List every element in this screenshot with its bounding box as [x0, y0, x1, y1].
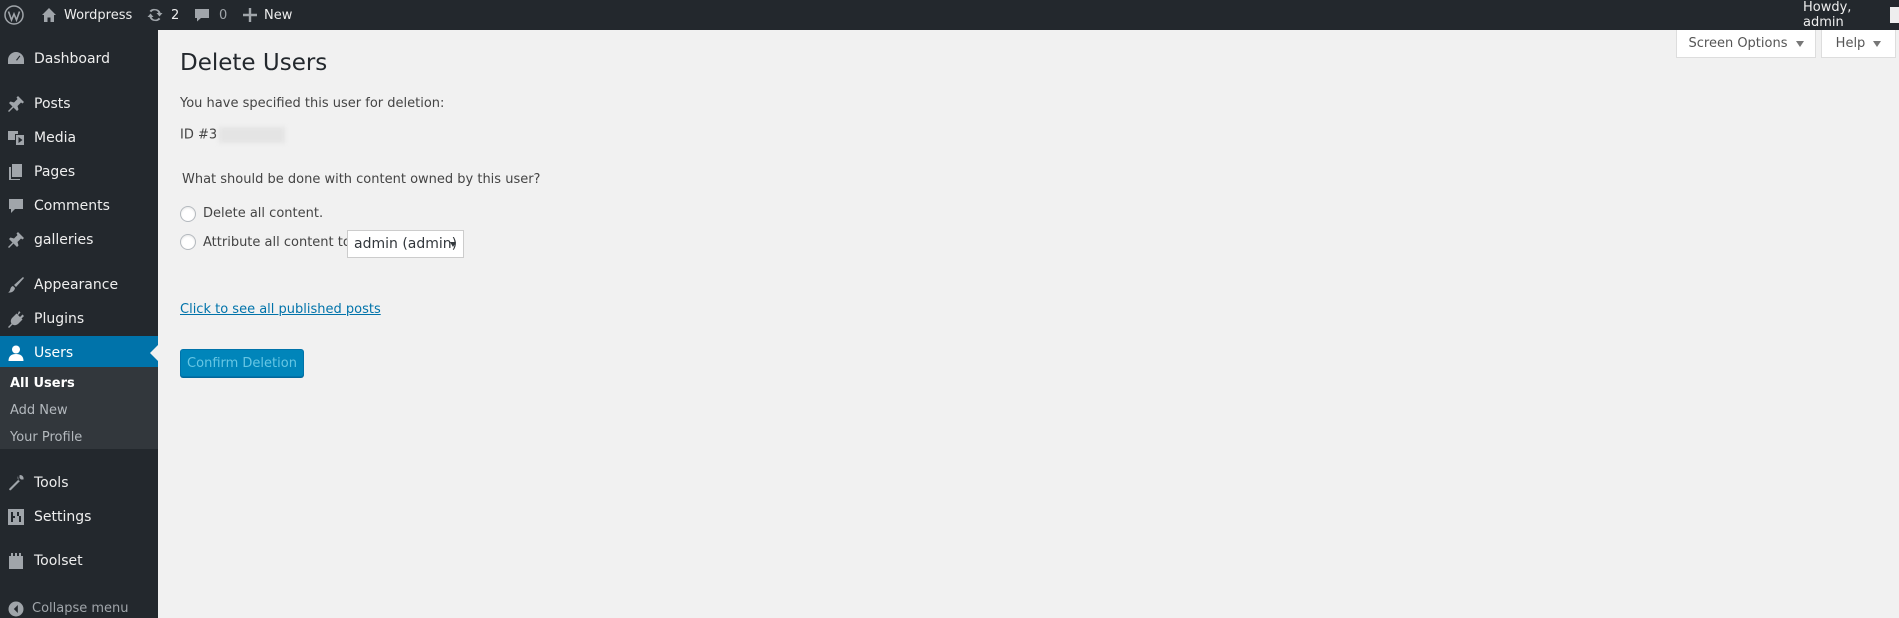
submenu-item-add-new[interactable]: Add New: [10, 403, 68, 418]
plug-icon: [7, 310, 25, 328]
comments-count: 0: [219, 7, 228, 23]
help-button[interactable]: Help: [1821, 30, 1896, 58]
menu-label: Appearance: [34, 277, 119, 293]
dashboard-icon: [7, 50, 25, 68]
menu-item-galleries[interactable]: galleries: [0, 223, 158, 257]
menu-label: Posts: [34, 96, 71, 112]
pushpin-icon: [7, 231, 25, 249]
updates-link[interactable]: 2: [146, 0, 179, 30]
new-content-link[interactable]: New: [243, 0, 292, 30]
greeting: Howdy, admin: [1803, 0, 1852, 30]
menu-item-settings[interactable]: Settings: [0, 500, 158, 534]
settings-icon: [7, 508, 25, 526]
menu-item-pages[interactable]: Pages: [0, 155, 158, 189]
reassign-user-select[interactable]: admin (admin): [347, 230, 464, 258]
paintbrush-icon: [7, 276, 25, 294]
menu-label: Media: [34, 130, 77, 146]
new-label: New: [264, 7, 293, 23]
collapse-label: Collapse menu: [32, 600, 129, 616]
published-posts-link[interactable]: Click to see all published posts: [180, 302, 381, 317]
menu-label: Tools: [34, 475, 69, 491]
reassign-user-value: admin (admin): [354, 236, 458, 252]
home-icon: [41, 7, 57, 23]
menu-item-dashboard[interactable]: Dashboard: [0, 42, 158, 76]
submenu-item-all-users[interactable]: All Users: [10, 376, 75, 391]
page-title: Delete Users: [180, 50, 328, 76]
menu-item-appearance[interactable]: Appearance: [0, 268, 158, 302]
my-account-link[interactable]: Howdy, admin: [1803, 0, 1899, 30]
site-name-link[interactable]: Wordpress: [41, 0, 132, 30]
toolset-icon: [7, 552, 25, 570]
submenu-item-your-profile[interactable]: Your Profile: [10, 430, 82, 445]
admin-bar: Wordpress 2 0 New Howdy, admin: [0, 0, 1899, 30]
screen-options-button[interactable]: Screen Options: [1676, 30, 1816, 58]
menu-item-plugins[interactable]: Plugins: [0, 302, 158, 336]
menu-label: Plugins: [34, 311, 85, 327]
media-icon: [7, 129, 25, 147]
collapse-arrow-icon: [8, 601, 24, 617]
menu-label: Dashboard: [34, 51, 110, 67]
attribute-content-label[interactable]: Attribute all content to:: [203, 235, 355, 250]
content-question: What should be done with content owned b…: [182, 172, 541, 187]
specified-text: You have specified this user for deletio…: [180, 96, 445, 111]
menu-item-posts[interactable]: Posts: [0, 87, 158, 121]
caret-down-icon: [1873, 40, 1882, 47]
chevron-down-icon: [450, 242, 456, 247]
menu-label: Pages: [34, 164, 76, 180]
user-id-line: ID #3: [180, 127, 286, 143]
collapse-menu-button[interactable]: Collapse menu: [0, 591, 158, 618]
admin-menu: Dashboard Posts Media Pages Comments gal…: [0, 30, 158, 618]
help-label: Help: [1835, 36, 1866, 51]
menu-label: galleries: [34, 232, 94, 248]
delete-content-radio[interactable]: [180, 206, 196, 222]
menu-item-users[interactable]: Users: [0, 336, 158, 370]
users-submenu: All Users Add New Your Profile: [0, 367, 158, 449]
menu-label: Comments: [34, 198, 110, 214]
wrench-icon: [7, 474, 25, 492]
main-content: Screen Options Help Delete Users You hav…: [158, 30, 1899, 618]
menu-item-toolset[interactable]: Toolset: [0, 544, 158, 578]
menu-item-tools[interactable]: Tools: [0, 466, 158, 500]
plus-icon: [243, 8, 257, 22]
user-icon: [7, 344, 25, 362]
menu-label: Toolset: [34, 553, 83, 569]
menu-item-comments[interactable]: Comments: [0, 189, 158, 223]
comment-icon: [7, 197, 25, 215]
updates-count: 2: [171, 7, 180, 23]
wordpress-logo-icon[interactable]: [4, 0, 24, 30]
screen-options-label: Screen Options: [1688, 36, 1788, 51]
menu-label: Settings: [34, 509, 92, 525]
attribute-content-radio[interactable]: [180, 234, 196, 250]
pushpin-icon: [7, 95, 25, 113]
updates-icon: [146, 6, 164, 24]
redacted-username: [219, 127, 286, 143]
current-menu-arrow: [150, 345, 158, 361]
avatar: [1890, 7, 1899, 23]
pages-icon: [7, 163, 25, 181]
comment-icon: [194, 7, 210, 23]
delete-content-label[interactable]: Delete all content.: [203, 206, 323, 221]
comments-link[interactable]: 0: [194, 0, 227, 30]
menu-label: Users: [34, 345, 74, 361]
confirm-deletion-button[interactable]: Confirm Deletion: [180, 349, 304, 377]
user-id: ID #3: [180, 127, 218, 143]
caret-down-icon: [1795, 40, 1804, 47]
menu-item-media[interactable]: Media: [0, 121, 158, 155]
site-name: Wordpress: [64, 7, 133, 23]
